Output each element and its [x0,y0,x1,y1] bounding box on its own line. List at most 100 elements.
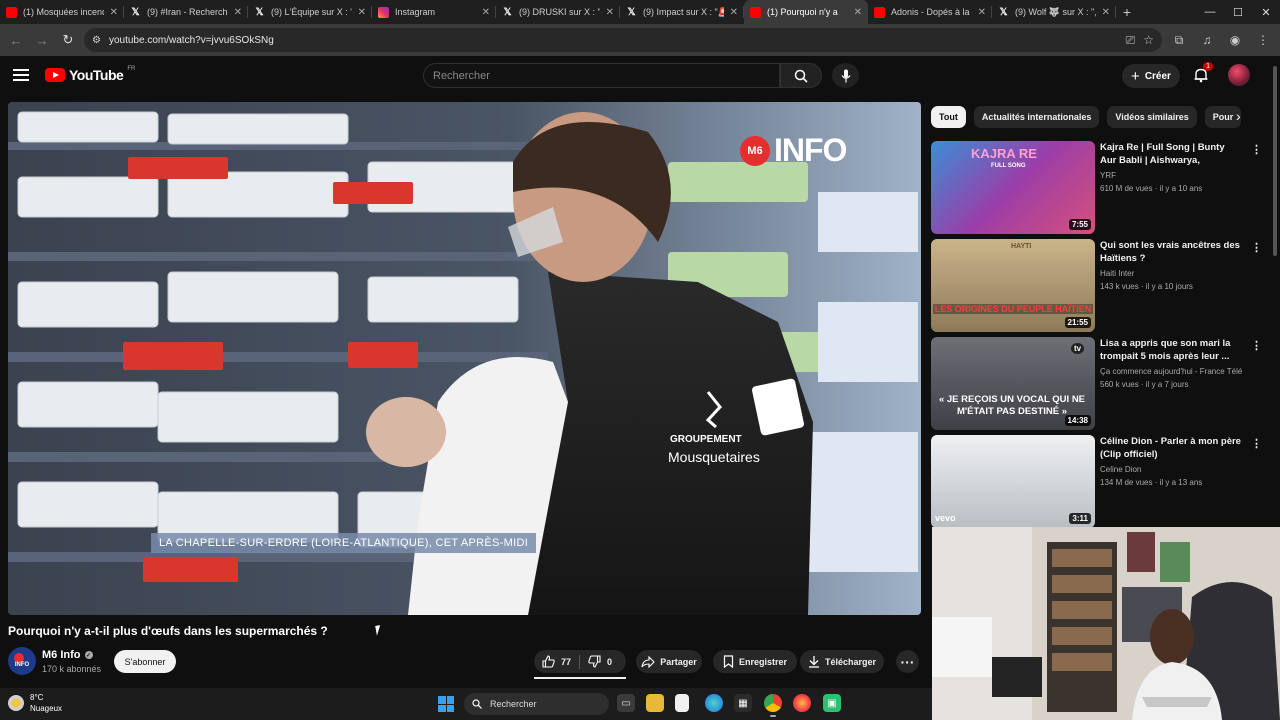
tab-close-icon[interactable]: ✕ [234,7,242,18]
tab-close-icon[interactable]: ✕ [730,7,738,18]
bookmark-star-icon[interactable]: ☆ [1143,33,1154,47]
recommendation-item[interactable]: LES ORIGINES DU PEUPLE HAÏTIEN HAYTI 21:55… [931,239,1262,332]
cast-icon[interactable]: ⎚ [1126,33,1136,48]
page-scrollbar[interactable] [1270,56,1280,527]
url-text[interactable]: youtube.com/watch?v=jvvu6SOkSNg [109,35,1118,46]
back-icon[interactable]: ← [6,30,26,50]
reload-icon[interactable]: ↻ [58,30,78,50]
notepad-icon[interactable] [675,694,689,712]
tab-close-icon[interactable]: ✕ [1102,7,1110,18]
hamburger-menu-icon[interactable] [12,66,30,84]
filter-chip[interactable]: Vidéos similaires [1107,106,1197,128]
microphone-icon [841,69,850,82]
recommendation-item[interactable]: KAJRA RE FULL SONG 7:55 Kajra Re | Full Son… [931,141,1262,234]
recommendation-thumbnail[interactable]: vevo 3:11 [931,435,1095,528]
windows-start-icon[interactable] [438,696,454,712]
minimize-icon[interactable]: — [1196,6,1224,18]
tab-close-icon[interactable]: ✕ [110,7,118,18]
channel-avatar[interactable]: INFO [8,647,36,675]
youtube-logo[interactable]: YouTube FR [45,66,135,83]
video-player[interactable]: GROUPEMENT Mousquetaires M6 INFO LA CHAP… [8,102,921,615]
firefox-icon[interactable] [793,694,811,712]
store-icon[interactable]: ▦ [734,694,752,712]
dislike-button[interactable]: 0 [580,650,620,673]
account-avatar[interactable] [1228,64,1250,86]
recommendation-thumbnail[interactable]: « JE REÇOIS UN VOCAL QUI NE M'ÉTAIT PAS … [931,337,1095,430]
extensions-icon[interactable]: ⧉ [1168,29,1190,51]
site-info-icon[interactable]: ⚙ [92,35,101,46]
thumbnail-subtext: HAYTI [1011,243,1032,250]
more-vertical-icon[interactable]: ⋮ [1251,143,1262,156]
tab-close-icon[interactable]: ✕ [606,7,614,18]
more-vertical-icon[interactable]: ⋮ [1251,339,1262,352]
weather-widget[interactable]: 8°C Nuageux [8,692,62,714]
chevron-right-icon[interactable]: › [1236,108,1250,126]
maximize-icon[interactable]: ☐ [1224,6,1252,19]
more-actions-button[interactable]: ··· [896,650,919,673]
like-button[interactable]: 77 [534,650,579,673]
tab-title: (9) #Iran - Recherche [147,7,228,17]
channel-name-text[interactable]: M6 Info [42,649,81,661]
recommendation-thumbnail[interactable]: LES ORIGINES DU PEUPLE HAÏTIEN HAYTI 21:55 [931,239,1095,332]
tab-close-icon[interactable]: ✕ [358,7,366,18]
profile-icon[interactable]: ◉ [1224,29,1246,51]
browser-tab[interactable]: 𝕏 (9) Impact sur X : "🚨 ✕ [620,0,744,24]
recommendation-title[interactable]: Lisa a appris que son mari la trompait 5… [1100,337,1242,363]
notifications-button[interactable]: 1 [1191,62,1213,85]
filter-chip[interactable]: Tout [931,106,966,128]
scrollbar-thumb[interactable] [1273,66,1277,256]
svg-text:Mousquetaires: Mousquetaires [668,449,760,465]
browser-tab[interactable]: 𝕏 (9) Wolf 🐺 sur X : "🚨 ✕ [992,0,1116,24]
info-wordmark: INFO [774,132,847,168]
recommendation-title[interactable]: Céline Dion - Parler à mon père (Clip of… [1100,435,1242,461]
browser-tab[interactable]: 𝕏 (9) L'Équipe sur X : "F ✕ [248,0,372,24]
app-icon[interactable]: ▣ [823,694,841,712]
channel-name[interactable]: M6 Info ✓ [42,649,93,661]
new-tab-icon[interactable]: + [1116,4,1138,20]
tab-close-icon[interactable]: ✕ [854,7,862,18]
forward-icon[interactable]: → [32,30,52,50]
close-window-icon[interactable]: ✕ [1252,6,1280,19]
download-button[interactable]: Télécharger [800,650,884,673]
chrome-icon[interactable] [764,694,782,717]
tab-close-icon[interactable]: ✕ [978,7,986,18]
video-duration: 3:11 [1069,513,1091,524]
media-control-icon[interactable]: ♫ [1196,29,1218,51]
recommendation-channel[interactable]: Ça commence aujourd'hui - France Télévis… [1100,367,1242,376]
recommendation-channel[interactable]: Celine Dion [1100,465,1242,474]
subscribe-button[interactable]: S'abonner [114,650,176,673]
task-view-icon[interactable]: ▭ [617,694,635,712]
recommendation-channel[interactable]: YRF [1100,171,1242,180]
recommendation-item[interactable]: « JE REÇOIS UN VOCAL QUI NE M'ÉTAIT PAS … [931,337,1262,430]
recommendation-channel[interactable]: Haiti Inter [1100,269,1242,278]
browser-tab[interactable]: Instagram ✕ [372,0,496,24]
browser-tab-strip: (1) Mosquées incendi ✕ 𝕏 (9) #Iran - Recher… [0,0,1280,24]
recommendation-title[interactable]: Qui sont les vrais ancêtres des Haïtiens… [1100,239,1242,265]
voice-search-button[interactable] [832,63,859,88]
more-vertical-icon[interactable]: ⋮ [1251,437,1262,450]
taskbar-search[interactable]: Rechercher [464,693,609,715]
browser-tab[interactable]: (1) Mosquées incendi ✕ [0,0,124,24]
omnibox[interactable]: ⚙ youtube.com/watch?v=jvvu6SOkSNg ⎚ ☆ [84,28,1162,52]
browser-tab[interactable]: (1) Pourquoi n'y a ✕ [744,0,868,24]
recommendation-thumbnail[interactable]: KAJRA RE FULL SONG 7:55 [931,141,1095,234]
browser-tab[interactable]: 𝕏 (9) DRUSKI sur X : "M ✕ [496,0,620,24]
save-button[interactable]: Enregistrer [713,650,797,673]
recommendation-item[interactable]: vevo 3:11 Céline Dion - Parler à mon père … [931,435,1262,528]
search-button[interactable] [780,63,822,88]
tab-close-icon[interactable]: ✕ [482,7,490,18]
file-explorer-icon[interactable] [646,694,664,712]
filter-chip[interactable]: Actualités internationales [973,106,1100,128]
share-button[interactable]: Partager [636,650,702,673]
recommendation-title[interactable]: Kajra Re | Full Song | Bunty Aur Babli |… [1100,141,1242,167]
tab-title: Instagram [395,7,436,17]
more-vertical-icon[interactable]: ⋮ [1251,241,1262,254]
video-caption: LA CHAPELLE-SUR-ERDRE (LOIRE-ATLANTIQUE)… [151,533,537,553]
create-button[interactable]: + Créer [1122,64,1180,88]
browser-tab[interactable]: Adonis - Dopés à la c ✕ [868,0,992,24]
browser-menu-icon[interactable]: ⋮ [1252,29,1274,51]
search-box[interactable] [423,63,780,88]
browser-tab[interactable]: 𝕏 (9) #Iran - Recherche ✕ [124,0,248,24]
search-input[interactable] [433,69,779,82]
edge-icon[interactable] [705,694,723,712]
